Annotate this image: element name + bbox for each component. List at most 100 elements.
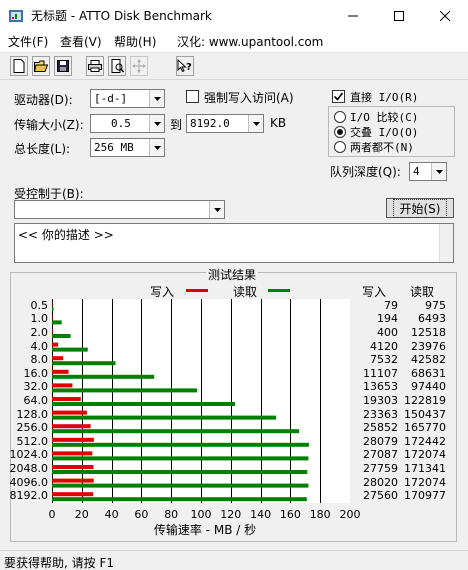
read-bar: [52, 483, 309, 488]
chevron-down-icon: [149, 139, 164, 156]
total-length-value: 256 MB: [94, 141, 134, 154]
move-icon: [132, 59, 146, 73]
open-button[interactable]: [32, 56, 50, 76]
transfer-from-value: 0.5: [111, 117, 131, 130]
direct-io-label: 直接 I/O(R): [350, 91, 419, 104]
transfer-from-select[interactable]: 0.5: [90, 114, 165, 133]
write-bar: [52, 492, 94, 497]
drive-value: [-d-]: [94, 92, 128, 105]
transfer-to-select[interactable]: 8192.0: [186, 114, 264, 133]
row-label: 8.0: [30, 353, 49, 367]
neither-radio[interactable]: [334, 141, 346, 153]
row-label: 1.0: [30, 312, 49, 326]
read-bar: [52, 320, 62, 325]
legend-read-label: 读取: [233, 285, 258, 299]
write-value: 194: [377, 312, 398, 326]
read-value: 172442: [404, 434, 446, 448]
read-bar: [52, 388, 198, 393]
write-bar: [52, 478, 94, 483]
read-bar: [52, 415, 277, 420]
menu-translation[interactable]: 汉化: www.upantool.com: [177, 33, 323, 50]
write-bar: [52, 369, 69, 374]
print-preview-icon: [111, 59, 124, 73]
menu-view[interactable]: 查看(V): [60, 33, 102, 50]
minimize-button[interactable]: [330, 0, 376, 31]
read-value: 172074: [404, 475, 446, 489]
write-bar: [52, 342, 59, 347]
x-tick-label: 80: [164, 508, 179, 521]
new-button[interactable]: [10, 56, 28, 76]
write-value: 28020: [363, 475, 398, 489]
write-value: 25852: [363, 421, 398, 435]
write-bar: [52, 465, 94, 469]
drive-label: 驱动器(D):: [14, 93, 73, 107]
checkmark-icon: [333, 92, 344, 101]
row-label: 256.0: [16, 421, 49, 435]
row-label: 2.0: [30, 326, 49, 339]
controlled-by-select[interactable]: [14, 200, 225, 219]
description-scrollbar[interactable]: [439, 224, 453, 262]
row-label: 512.0: [16, 434, 49, 448]
drive-select[interactable]: [-d-]: [90, 89, 165, 108]
write-bar: [52, 410, 87, 415]
x-axis-label: 传输速率 - MB / 秒: [153, 523, 257, 537]
print-preview-button[interactable]: [108, 56, 126, 76]
read-bar: [52, 334, 71, 338]
x-tick-label: 60: [134, 508, 149, 521]
read-bar: [52, 429, 300, 434]
x-tick-label: 20: [74, 508, 89, 521]
read-bar: [52, 456, 309, 461]
maximize-button[interactable]: [376, 0, 422, 31]
save-icon: [57, 60, 69, 72]
row-label: 32.0: [23, 380, 49, 394]
chevron-down-icon: [149, 90, 164, 107]
start-button[interactable]: 开始(S): [386, 198, 454, 218]
read-value: 150437: [404, 407, 446, 421]
read-bar: [52, 361, 116, 366]
read-value: 975: [425, 298, 446, 312]
window-title: 无标题 - ATTO Disk Benchmark: [31, 9, 212, 23]
save-button[interactable]: [54, 56, 72, 76]
total-length-select[interactable]: 256 MB: [90, 138, 165, 157]
read-bar: [52, 374, 155, 379]
overlapped-io-radio[interactable]: [334, 126, 346, 138]
write-value: 13653: [363, 380, 398, 394]
queue-depth-value: 4: [413, 165, 420, 178]
write-bar: [52, 383, 73, 388]
read-value: 12518: [411, 326, 446, 339]
chevron-down-icon: [209, 201, 224, 218]
help-pointer-icon: ?: [177, 59, 192, 73]
force-write-checkbox[interactable]: [186, 90, 199, 103]
chevron-down-icon: [149, 115, 164, 132]
write-value: 23363: [363, 407, 398, 421]
write-value: 7532: [370, 353, 398, 367]
queue-depth-select[interactable]: 4: [409, 162, 447, 181]
read-value: 6493: [418, 312, 446, 326]
io-compare-radio[interactable]: [334, 111, 346, 123]
move-button[interactable]: [130, 56, 148, 76]
description-box[interactable]: << 你的描述 >>: [14, 223, 454, 263]
description-text: << 你的描述 >>: [18, 228, 114, 242]
write-value: 27759: [363, 462, 398, 475]
write-value: 400: [377, 326, 398, 339]
context-help-button[interactable]: ?: [176, 56, 194, 76]
status-text: 要获得帮助, 请按 F1: [4, 556, 114, 570]
write-bar: [52, 301, 53, 306]
close-button[interactable]: [422, 0, 468, 31]
write-bar: [52, 315, 53, 320]
column-header-read: 读取: [410, 285, 435, 299]
menu-help[interactable]: 帮助(H): [114, 33, 156, 50]
radio-selected-dot: [337, 129, 343, 135]
legend-write-swatch: [186, 289, 208, 292]
print-icon: [88, 60, 102, 72]
read-bar: [52, 470, 308, 474]
write-bar: [52, 451, 93, 456]
write-bar: [52, 356, 64, 361]
menu-file[interactable]: 文件(F): [8, 33, 48, 50]
x-tick-label: 0: [48, 508, 56, 521]
direct-io-checkbox[interactable]: [332, 90, 345, 103]
print-button[interactable]: [86, 56, 104, 76]
new-file-icon: [13, 59, 25, 73]
chevron-down-icon: [431, 163, 446, 180]
kb-label: KB: [270, 116, 287, 130]
